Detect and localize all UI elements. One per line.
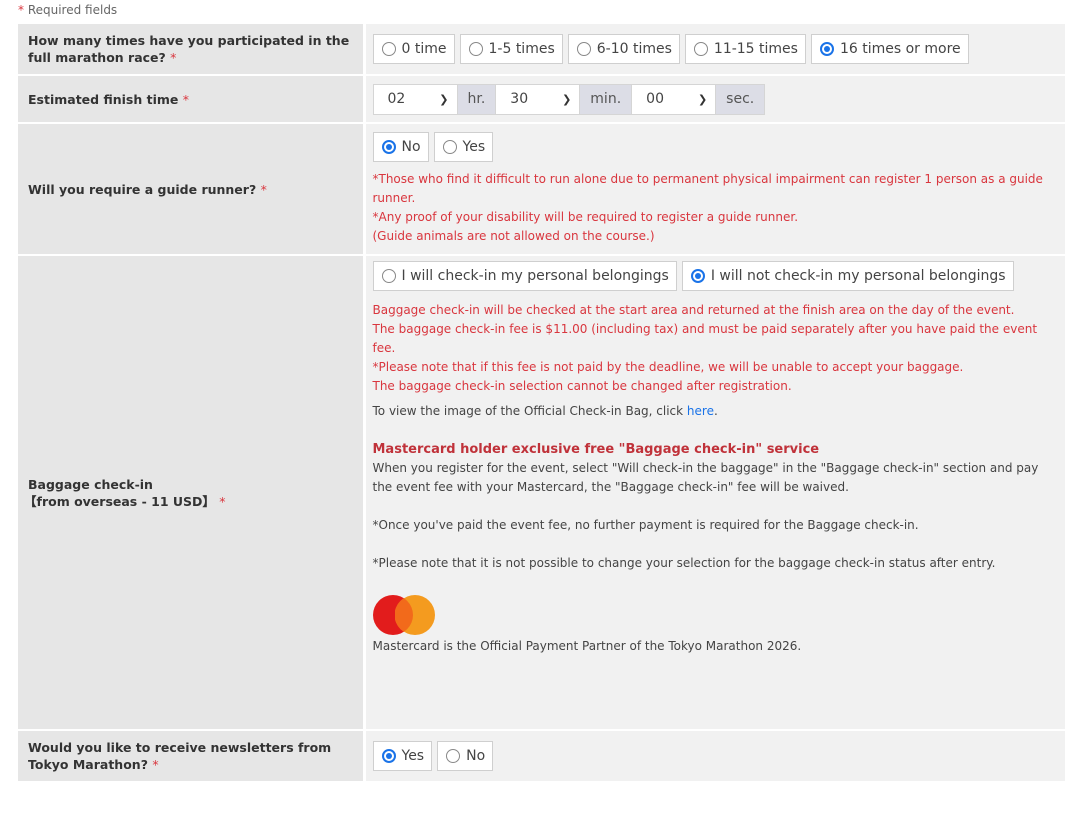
seconds-select[interactable]: 00 ❯ — [631, 83, 717, 115]
newsletter-value: Yes No — [364, 730, 1065, 783]
baggage-option-check-in[interactable]: I will check-in my personal belongings — [372, 261, 677, 291]
hours-select[interactable]: 02 ❯ — [372, 83, 458, 115]
guide-runner-option-yes[interactable]: Yes — [433, 132, 494, 162]
radio-selected-icon — [690, 269, 705, 283]
radio-selected-icon — [381, 749, 396, 763]
participation-option-2[interactable]: 6-10 times — [567, 34, 680, 64]
mastercard-heading: Mastercard holder exclusive free "Baggag… — [372, 442, 820, 457]
mastercard-text: When you register for the event, select … — [372, 461, 1039, 494]
radio-circle-icon — [446, 749, 461, 763]
newsletter-option-yes[interactable]: Yes — [372, 741, 433, 771]
newsletter-option-no[interactable]: No — [437, 741, 494, 771]
chevron-down-icon: ❯ — [697, 92, 708, 106]
guide-runner-label: Will you require a guide runner? * — [18, 123, 366, 256]
radio-circle-icon — [576, 42, 591, 56]
chevron-down-icon: ❯ — [562, 92, 572, 106]
guide-runner-radio-group: No Yes — [372, 132, 1060, 162]
radio-circle-icon — [381, 269, 396, 283]
guide-runner-note-2: *Any proof of your disability will be re… — [372, 210, 799, 224]
participation-option-1[interactable]: 1-5 times — [459, 34, 563, 64]
finish-time-group: 02 ❯ hr. 30 ❯ min. 00 ❯ sec. — [372, 83, 1060, 115]
row-baggage: Baggage check-in 【from overseas - 11 USD… — [18, 255, 1065, 731]
mastercard-note-1: *Once you've paid the event fee, no furt… — [372, 518, 919, 532]
guide-runner-option-no[interactable]: No — [372, 132, 429, 162]
newsletter-radio-group: Yes No — [372, 741, 1060, 771]
baggage-note-2: The baggage check-in fee is $11.00 (incl… — [372, 322, 1038, 355]
baggage-radio-group: I will check-in my personal belongings I… — [372, 261, 1060, 291]
radio-circle-icon — [693, 42, 708, 56]
hours-unit: hr. — [457, 83, 496, 115]
row-guide-runner: Will you require a guide runner? * No Ye… — [18, 123, 1065, 256]
chevron-down-icon: ❯ — [439, 92, 449, 106]
participation-radio-group: 0 time 1-5 times 6-10 times 11-15 times … — [372, 34, 1060, 64]
mastercard-note-2: *Please note that it is not possible to … — [372, 556, 996, 570]
finish-time-value: 02 ❯ hr. 30 ❯ min. 00 ❯ sec. — [364, 75, 1065, 124]
participation-label: How many times have you participated in … — [18, 24, 366, 76]
participation-value: 0 time 1-5 times 6-10 times 11-15 times … — [364, 24, 1065, 76]
participation-option-4[interactable]: 16 times or more — [810, 34, 969, 64]
mastercard-partner-text: Mastercard is the Official Payment Partn… — [372, 639, 802, 653]
guide-runner-value: No Yes *Those who find it difficult to r… — [364, 123, 1065, 256]
mastercard-overlap-fill — [394, 595, 413, 635]
radio-circle-icon — [442, 140, 457, 154]
minutes-unit: min. — [580, 83, 632, 115]
baggage-option-no-check-in[interactable]: I will not check-in my personal belongin… — [681, 261, 1014, 291]
row-newsletter: Would you like to receive newsletters fr… — [18, 730, 1065, 783]
minutes-select[interactable]: 30 ❯ — [495, 83, 581, 115]
guide-runner-note-1: *Those who find it difficult to run alon… — [372, 172, 1043, 205]
participation-option-3[interactable]: 11-15 times — [684, 34, 806, 64]
baggage-note-4: The baggage check-in selection cannot be… — [372, 379, 792, 393]
baggage-label: Baggage check-in 【from overseas - 11 USD… — [18, 255, 366, 731]
row-finish-time: Estimated finish time * 02 ❯ hr. 30 ❯ min.… — [18, 75, 1065, 124]
mastercard-overlap — [394, 595, 413, 635]
row-participation: How many times have you participated in … — [18, 24, 1065, 76]
mastercard-logo-icon — [372, 595, 435, 635]
newsletter-label: Would you like to receive newsletters fr… — [18, 730, 366, 783]
baggage-value: I will check-in my personal belongings I… — [364, 255, 1065, 731]
baggage-note-1: Baggage check-in will be checked at the … — [372, 303, 1015, 317]
participation-option-0[interactable]: 0 time — [372, 34, 455, 64]
radio-circle-icon — [468, 42, 483, 56]
guide-runner-note-3: (Guide animals are not allowed on the co… — [372, 229, 655, 243]
registration-form-table: How many times have you participated in … — [18, 24, 1065, 783]
radio-circle-icon — [381, 42, 396, 56]
required-fields-note: * Required fields — [18, 3, 118, 17]
bag-image-link[interactable]: here — [687, 404, 714, 418]
bag-image-line: To view the image of the Official Check-… — [372, 404, 718, 418]
seconds-unit: sec. — [716, 83, 766, 115]
finish-time-label: Estimated finish time * — [18, 75, 366, 124]
radio-selected-icon — [819, 42, 834, 56]
baggage-note-3: *Please note that if this fee is not pai… — [372, 360, 964, 374]
radio-selected-icon — [381, 140, 396, 154]
